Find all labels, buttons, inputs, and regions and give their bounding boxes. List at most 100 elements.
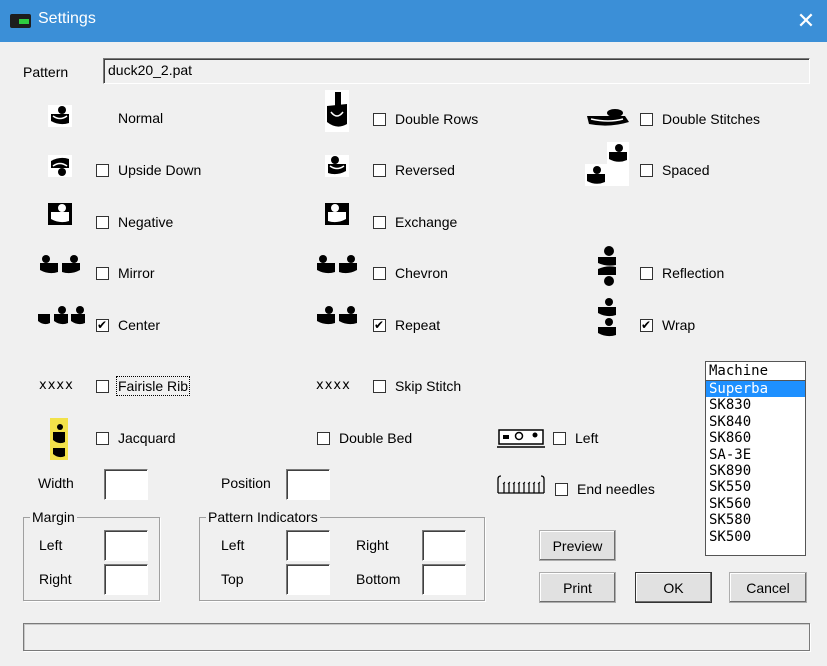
mirror-checkbox[interactable]: Mirror	[96, 265, 155, 281]
machine-item[interactable]: SK550	[706, 479, 805, 495]
indicator-bottom-input[interactable]	[422, 564, 466, 595]
window-title: Settings	[38, 10, 96, 27]
pattern-label: Pattern	[23, 64, 69, 80]
mirror-box[interactable]	[96, 266, 109, 280]
chevron-checkbox[interactable]: Chevron	[373, 265, 448, 281]
double-bed-label: Double Bed	[339, 430, 413, 446]
machine-item[interactable]: SK830	[706, 397, 805, 413]
fairisle-rib-icon: xxxx	[39, 378, 74, 393]
end-needles-label: End needles	[577, 481, 655, 497]
center-label: Center	[118, 317, 161, 333]
negative-box[interactable]	[96, 215, 109, 229]
end-needles-checkbox[interactable]: End needles	[555, 481, 655, 497]
reversed-label: Reversed	[395, 162, 455, 178]
exchange-box[interactable]	[373, 215, 386, 229]
duck-reflection-icon	[598, 246, 616, 286]
close-button[interactable]: ✕	[785, 0, 827, 42]
left-checkbox[interactable]: Left	[553, 430, 598, 446]
margin-right-input[interactable]	[104, 564, 148, 595]
negative-checkbox[interactable]: Negative	[96, 214, 173, 230]
double-stitches-checkbox[interactable]: Double Stitches	[640, 111, 760, 127]
pattern-field[interactable]: duck20_2.pat	[103, 58, 810, 84]
upside-down-label: Upside Down	[118, 162, 202, 178]
machine-items[interactable]: Superba SK830 SK840 SK860 SA-3E SK890 SK550 SK5…	[706, 381, 805, 545]
wrap-label: Wrap	[662, 317, 696, 333]
left-label: Left	[575, 430, 599, 446]
upside-down-checkbox[interactable]: Upside Down	[96, 162, 201, 178]
duck-mirror-icon	[40, 255, 80, 274]
jacquard-icon	[50, 418, 68, 460]
duck-negative-icon	[48, 203, 72, 225]
width-label: Width	[38, 475, 74, 491]
indicator-top-input[interactable]	[286, 564, 330, 595]
jacquard-box[interactable]	[96, 431, 109, 445]
machine-item[interactable]: SK580	[706, 512, 805, 528]
wrap-box[interactable]	[640, 317, 653, 333]
double-rows-label: Double Rows	[395, 111, 479, 127]
double-stitches-label: Double Stitches	[662, 111, 761, 127]
spaced-box[interactable]	[640, 163, 653, 177]
cancel-button[interactable]: Cancel	[729, 572, 807, 603]
print-button[interactable]: Print	[539, 572, 616, 603]
negative-label: Negative	[118, 214, 174, 230]
width-input[interactable]	[104, 469, 148, 500]
repeat-box[interactable]	[373, 317, 386, 333]
chevron-box[interactable]	[373, 266, 386, 280]
double-stitches-box[interactable]	[640, 112, 653, 126]
wrap-checkbox[interactable]: Wrap	[640, 317, 695, 333]
settings-window: Settings ✕ Pattern duck20_2.pat Normal D…	[0, 0, 827, 666]
center-box[interactable]	[96, 317, 109, 333]
reflection-checkbox[interactable]: Reflection	[640, 265, 724, 281]
carriage-icon	[497, 429, 545, 448]
fairisle-rib-box[interactable]	[96, 379, 109, 393]
fairisle-rib-checkbox[interactable]: Fairisle Rib	[96, 376, 191, 396]
app-icon	[10, 14, 31, 28]
reflection-label: Reflection	[662, 265, 725, 281]
exchange-checkbox[interactable]: Exchange	[373, 214, 457, 230]
margin-right-label: Right	[39, 571, 72, 587]
left-box[interactable]	[553, 431, 566, 445]
skip-stitch-box[interactable]	[373, 379, 386, 393]
duck-reversed-icon	[325, 155, 349, 177]
end-needles-icon	[497, 475, 545, 494]
machine-item[interactable]: SA-3E	[706, 447, 805, 463]
indicator-bottom-label: Bottom	[356, 571, 401, 587]
duck-normal-icon	[48, 105, 72, 127]
reversed-box[interactable]	[373, 163, 386, 177]
double-bed-box[interactable]	[317, 431, 330, 445]
machine-item[interactable]: SK560	[706, 496, 805, 512]
repeat-checkbox[interactable]: Repeat	[373, 317, 440, 333]
duck-wrap-icon	[598, 298, 616, 337]
duck-chevron-icon	[317, 255, 357, 274]
center-checkbox[interactable]: Center	[96, 317, 160, 333]
double-bed-checkbox[interactable]: Double Bed	[317, 430, 412, 446]
double-rows-box[interactable]	[373, 112, 386, 126]
upside-down-box[interactable]	[96, 163, 109, 177]
preview-button[interactable]: Preview	[539, 530, 616, 561]
position-input[interactable]	[286, 469, 330, 500]
indicator-left-input[interactable]	[286, 530, 330, 561]
machine-item[interactable]: SK860	[706, 430, 805, 446]
title-bar[interactable]: Settings ✕	[0, 0, 827, 42]
reversed-checkbox[interactable]: Reversed	[373, 162, 455, 178]
spaced-checkbox[interactable]: Spaced	[640, 162, 709, 178]
ok-button[interactable]: OK	[635, 572, 712, 603]
duck-spaced-icon	[585, 142, 629, 186]
machine-listbox[interactable]: Machine Superba SK830 SK840 SK860 SA-3E SK890…	[705, 361, 806, 556]
repeat-label: Repeat	[395, 317, 441, 333]
machine-header: Machine	[706, 362, 805, 381]
margin-left-label: Left	[39, 537, 63, 553]
jacquard-checkbox[interactable]: Jacquard	[96, 430, 176, 446]
margin-title: Margin	[30, 509, 77, 525]
machine-item[interactable]: Superba	[706, 381, 805, 398]
machine-item[interactable]: SK500	[706, 529, 805, 545]
margin-left-input[interactable]	[104, 530, 148, 561]
machine-item[interactable]: SK890	[706, 463, 805, 479]
reflection-box[interactable]	[640, 266, 653, 280]
end-needles-box[interactable]	[555, 482, 568, 496]
skip-stitch-checkbox[interactable]: Skip Stitch	[373, 378, 461, 394]
double-rows-checkbox[interactable]: Double Rows	[373, 111, 478, 127]
duck-double-rows-icon	[325, 90, 349, 132]
machine-item[interactable]: SK840	[706, 414, 805, 430]
indicator-right-input[interactable]	[422, 530, 466, 561]
